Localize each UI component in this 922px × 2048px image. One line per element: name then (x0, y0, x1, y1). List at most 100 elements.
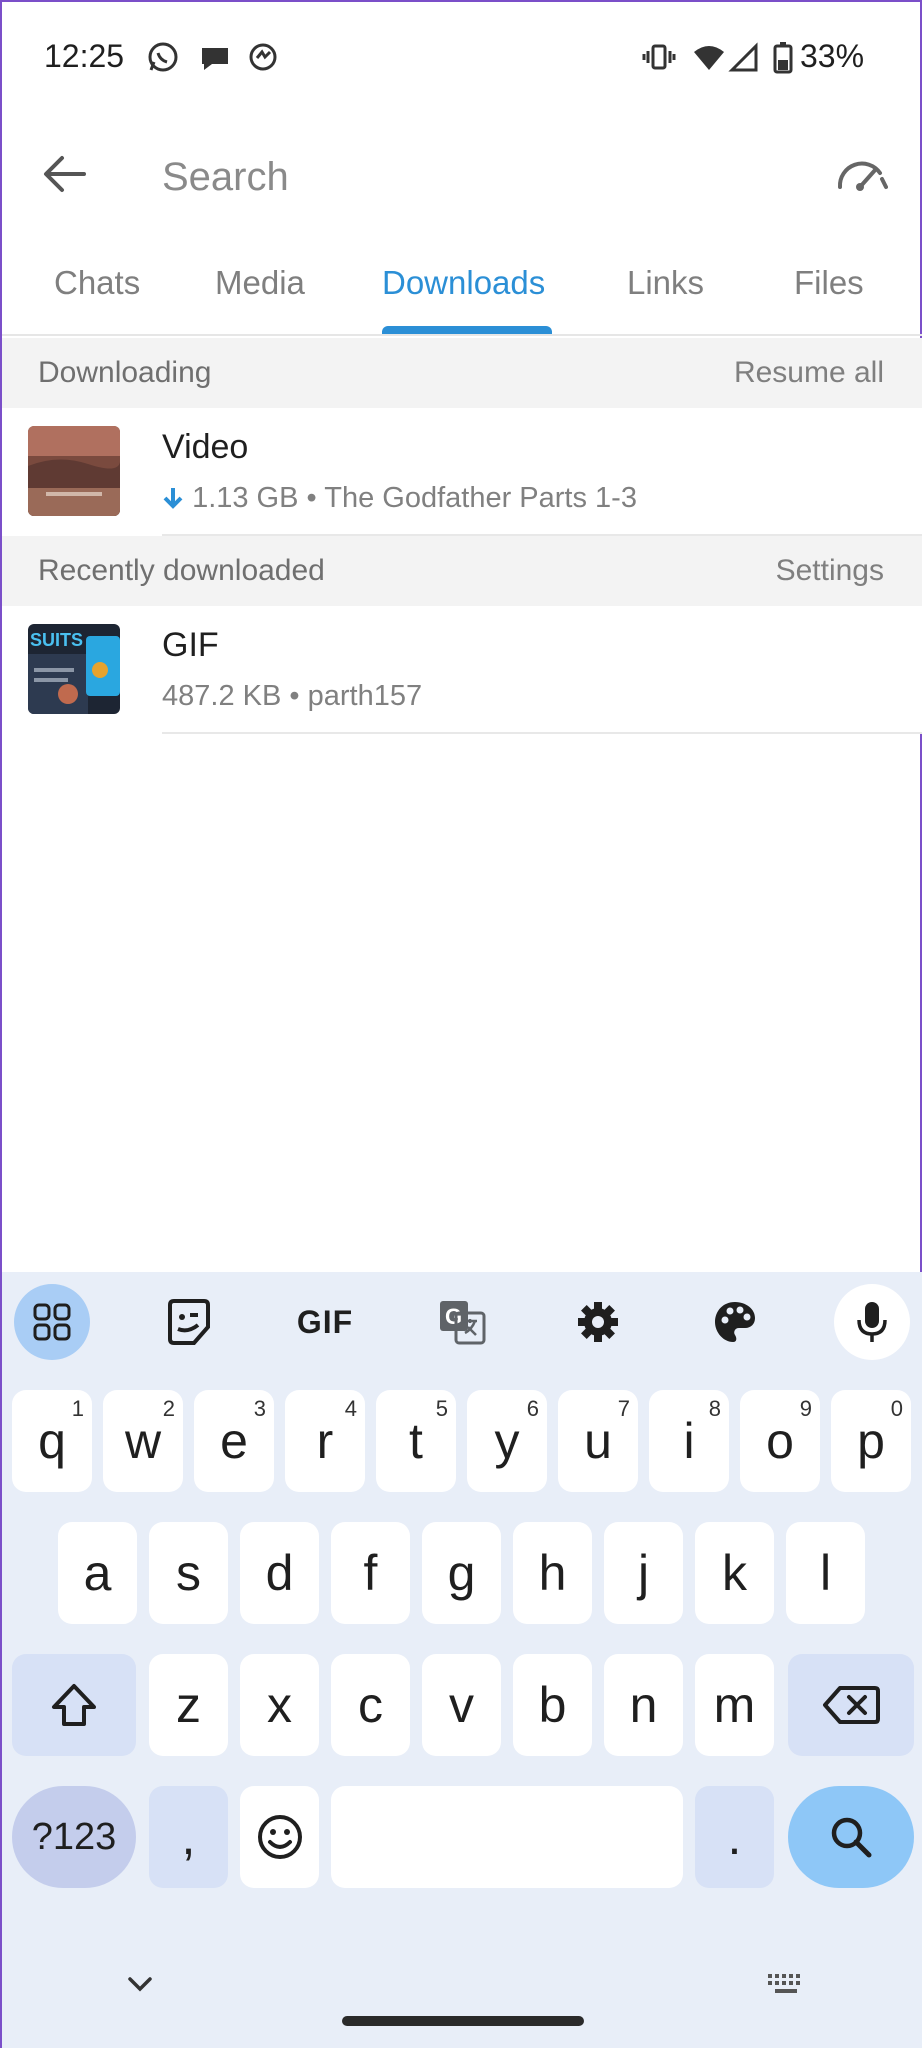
sticker-icon (168, 1299, 210, 1345)
key-i[interactable]: i8 (649, 1390, 729, 1492)
battery-icon (766, 40, 800, 74)
item-size: 487.2 KB (162, 680, 282, 712)
resume-all-button[interactable]: Resume all (734, 356, 884, 390)
status-time: 12:25 (44, 38, 125, 74)
key-e[interactable]: e3 (194, 1390, 274, 1492)
tab-links[interactable]: Links (627, 264, 704, 302)
shift-icon (52, 1684, 96, 1726)
key-y[interactable]: y6 (467, 1390, 547, 1492)
key-b[interactable]: b (513, 1654, 592, 1756)
tab-chats[interactable]: Chats (54, 264, 140, 302)
key-k[interactable]: k (695, 1522, 774, 1624)
voice-input-button[interactable] (834, 1284, 910, 1360)
key-h[interactable]: h (513, 1522, 592, 1624)
key-a[interactable]: a (58, 1522, 137, 1624)
gear-icon (578, 1302, 618, 1342)
whatsapp-icon (146, 40, 180, 74)
key-l[interactable]: l (786, 1522, 865, 1624)
translate-icon: G (440, 1301, 486, 1345)
tab-files[interactable]: Files (794, 264, 864, 302)
sticker-button[interactable] (151, 1284, 227, 1360)
shift-key[interactable] (12, 1654, 136, 1756)
key-s[interactable]: s (149, 1522, 228, 1624)
search-input[interactable] (162, 142, 762, 212)
comma-key[interactable]: , (149, 1786, 228, 1888)
backspace-icon (823, 1686, 880, 1724)
message-icon (198, 40, 232, 74)
period-key[interactable]: . (695, 1786, 774, 1888)
separator-dot: • (289, 680, 300, 712)
recent-section-header: Recently downloaded Settings (2, 536, 922, 606)
vibrate-icon (642, 40, 676, 74)
key-x[interactable]: x (240, 1654, 319, 1756)
wifi-icon (692, 40, 726, 74)
search-tabs: Chats Media Downloads Links Files (2, 242, 922, 336)
video-thumbnail (28, 426, 120, 516)
search-icon (831, 1817, 872, 1858)
key-f[interactable]: f (331, 1522, 410, 1624)
signal-icon (728, 40, 762, 74)
emoji-icon (257, 1815, 302, 1859)
key-j[interactable]: j (604, 1522, 683, 1624)
active-tab-indicator (382, 326, 552, 334)
grid-icon (33, 1303, 71, 1341)
key-r[interactable]: r4 (285, 1390, 365, 1492)
keyboard: GIF G q1 w2 e3 r4 t5 y6 u7 i8 o9 p0 a s … (2, 1272, 922, 2048)
gesture-nav-handle[interactable] (342, 2016, 584, 2026)
space-key[interactable] (331, 1786, 683, 1888)
item-title: Video (162, 428, 249, 466)
gif-thumbnail: SUITS (28, 624, 120, 714)
arrow-left-icon (44, 156, 86, 192)
item-source: The Godfather Parts 1-3 (324, 482, 637, 514)
item-subtitle: 487.2 KB • parth157 (162, 680, 422, 713)
downloading-section-header: Downloading Resume all (2, 338, 922, 408)
divider (162, 732, 922, 734)
key-q[interactable]: q1 (12, 1390, 92, 1492)
keyboard-icon (768, 1974, 800, 1993)
key-z[interactable]: z (149, 1654, 228, 1756)
item-subtitle: 1.13 GB • The Godfather Parts 1-3 (162, 482, 637, 515)
key-m[interactable]: m (695, 1654, 774, 1756)
microphone-icon (857, 1302, 887, 1342)
item-title: GIF (162, 626, 219, 664)
key-n[interactable]: n (604, 1654, 683, 1756)
key-u[interactable]: u7 (558, 1390, 638, 1492)
key-o[interactable]: o9 (740, 1390, 820, 1492)
separator-dot: • (306, 482, 317, 514)
key-c[interactable]: c (331, 1654, 410, 1756)
battery-percent: 33% (800, 38, 865, 74)
download-arrow-icon (163, 488, 183, 509)
download-item-gif[interactable]: SUITS GIF 487.2 KB • parth157 (2, 606, 922, 734)
translate-button[interactable]: G (424, 1284, 500, 1360)
search-key[interactable] (788, 1786, 914, 1888)
theme-button[interactable] (697, 1284, 773, 1360)
key-w[interactable]: w2 (103, 1390, 183, 1492)
key-p[interactable]: p0 (831, 1390, 911, 1492)
chevron-down-icon (128, 1977, 152, 1992)
section-title: Recently downloaded (38, 554, 325, 587)
emoji-key[interactable] (240, 1786, 319, 1888)
sync-icon (246, 40, 280, 74)
key-g[interactable]: g (422, 1522, 501, 1624)
svg-text:G: G (445, 1304, 462, 1329)
download-speed-button[interactable] (830, 142, 894, 206)
symbols-key[interactable]: ?123 (12, 1786, 136, 1888)
apps-button[interactable] (14, 1284, 90, 1360)
key-v[interactable]: v (422, 1654, 501, 1756)
tab-media[interactable]: Media (215, 264, 305, 302)
section-title: Downloading (38, 356, 212, 389)
back-button[interactable] (32, 142, 96, 206)
tab-downloads[interactable]: Downloads (382, 264, 545, 302)
key-d[interactable]: d (240, 1522, 319, 1624)
item-size: 1.13 GB (192, 482, 299, 514)
key-t[interactable]: t5 (376, 1390, 456, 1492)
settings-key[interactable] (560, 1284, 636, 1360)
hide-keyboard-button[interactable] (124, 1972, 156, 1996)
gif-button[interactable]: GIF (287, 1284, 363, 1360)
status-bar: 12:25 33% (2, 2, 922, 112)
keyboard-switch-button[interactable] (766, 1972, 806, 1998)
settings-button[interactable]: Settings (776, 554, 884, 588)
backspace-key[interactable] (788, 1654, 914, 1756)
download-item-video[interactable]: Video 1.13 GB • The Godfather Parts 1-3 (2, 408, 922, 536)
item-source: parth157 (307, 680, 423, 712)
